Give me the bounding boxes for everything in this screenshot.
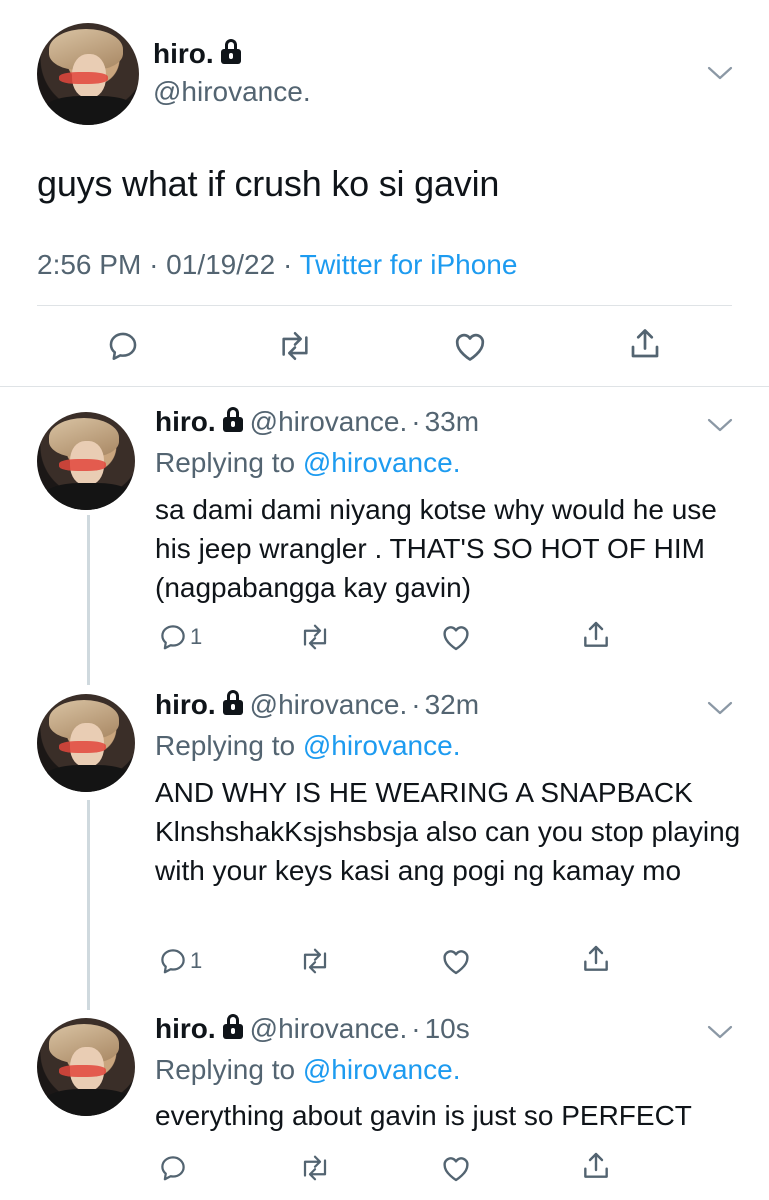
share-icon (584, 621, 608, 647)
user-handle[interactable]: @hirovance. (250, 1013, 408, 1044)
separator: · (149, 249, 159, 280)
reply-header: hiro. @hirovance. · 33m (155, 406, 479, 438)
reply-button[interactable] (106, 328, 140, 364)
like-button[interactable] (440, 943, 472, 979)
share-icon (584, 1152, 608, 1178)
replying-prefix: Replying to (155, 447, 296, 478)
like-button[interactable] (440, 619, 472, 655)
replying-to: Replying to @hirovance. (155, 730, 460, 762)
like-button[interactable] (440, 1150, 472, 1186)
mention-link[interactable]: @hirovance. (303, 447, 461, 478)
tweet-time[interactable]: 2:56 PM (37, 249, 141, 280)
tweet-text: everything about gavin is just so PERFEC… (155, 1100, 692, 1131)
divider (37, 305, 732, 306)
chevron-down-icon[interactable] (707, 701, 733, 715)
display-name-text[interactable]: hiro. (153, 38, 214, 69)
share-icon (584, 945, 608, 971)
chevron-down-icon[interactable] (707, 66, 733, 80)
reply-button[interactable] (158, 1150, 188, 1186)
mention-link[interactable]: @hirovance. (303, 1054, 461, 1085)
chevron-down-icon[interactable] (707, 418, 733, 432)
time-ago[interactable]: 33m (425, 406, 479, 437)
separator: · (411, 689, 421, 720)
retweet-button[interactable] (275, 328, 315, 364)
display-name[interactable]: hiro. (155, 689, 216, 720)
reply-icon (161, 1156, 185, 1181)
reply-icon (109, 332, 137, 361)
user-handle[interactable]: @hirovance. (250, 689, 408, 720)
time-ago[interactable]: 10s (425, 1013, 470, 1044)
tweet-date[interactable]: 01/19/22 (166, 249, 275, 280)
separator: · (411, 406, 421, 437)
avatar[interactable] (37, 412, 135, 510)
like-button[interactable] (452, 328, 488, 364)
reply-button[interactable]: 1 (158, 619, 202, 655)
mention-link[interactable]: @hirovance. (303, 730, 461, 761)
share-button[interactable] (580, 1148, 612, 1184)
retweet-icon (303, 624, 327, 650)
lock-icon (222, 406, 244, 432)
lock-icon (222, 1013, 244, 1039)
user-handle[interactable]: @hirovance. (250, 406, 408, 437)
reply-icon (161, 625, 185, 650)
separator: · (282, 249, 293, 280)
retweet-icon (303, 1155, 327, 1181)
heart-icon (455, 333, 485, 361)
tweet-text: guys what if crush ko si gavin (37, 163, 500, 204)
thread-line (87, 800, 90, 1010)
tweet-text: AND WHY IS HE WEARING A SNAPBACK Klnshsh… (155, 777, 741, 886)
lock-icon (222, 689, 244, 715)
replying-to: Replying to @hirovance. (155, 1054, 460, 1086)
tweet-text: sa dami dami niyang kotse why would he u… (155, 494, 717, 603)
divider (0, 386, 769, 387)
display-name[interactable]: hiro. (155, 1013, 216, 1044)
user-handle[interactable]: @hirovance. (153, 76, 311, 108)
replying-prefix: Replying to (155, 730, 296, 761)
retweet-icon (303, 948, 327, 974)
reply-count: 1 (190, 948, 203, 973)
avatar[interactable] (37, 23, 139, 125)
reply-count: 1 (190, 624, 203, 649)
reply-button[interactable]: 1 (158, 943, 202, 979)
display-name[interactable]: hiro. (155, 406, 216, 437)
tweet-source[interactable]: Twitter for iPhone (300, 249, 518, 280)
heart-icon (443, 626, 469, 651)
avatar[interactable] (37, 1018, 135, 1116)
reply-header: hiro. @hirovance. · 10s (155, 1013, 470, 1045)
share-button[interactable] (580, 617, 612, 653)
lock-icon (220, 38, 242, 64)
chevron-down-icon[interactable] (707, 1025, 733, 1039)
share-icon (631, 329, 659, 358)
heart-icon (443, 950, 469, 975)
replying-to: Replying to @hirovance. (155, 447, 460, 479)
display-name[interactable]: hiro. (153, 38, 242, 70)
retweet-button[interactable] (297, 943, 333, 979)
retweet-button[interactable] (297, 1150, 333, 1186)
retweet-icon (282, 331, 308, 361)
reply-header: hiro. @hirovance. · 32m (155, 689, 479, 721)
share-button[interactable] (580, 941, 612, 977)
avatar[interactable] (37, 694, 135, 792)
time-ago[interactable]: 32m (425, 689, 479, 720)
share-button[interactable] (627, 326, 663, 362)
heart-icon (443, 1157, 469, 1182)
separator: · (411, 1013, 421, 1044)
replying-prefix: Replying to (155, 1054, 296, 1085)
retweet-button[interactable] (297, 619, 333, 655)
reply-icon (161, 949, 185, 974)
thread-line (87, 515, 90, 685)
tweet-meta: 2:56 PM · 01/19/22 · Twitter for iPhone (37, 249, 517, 281)
